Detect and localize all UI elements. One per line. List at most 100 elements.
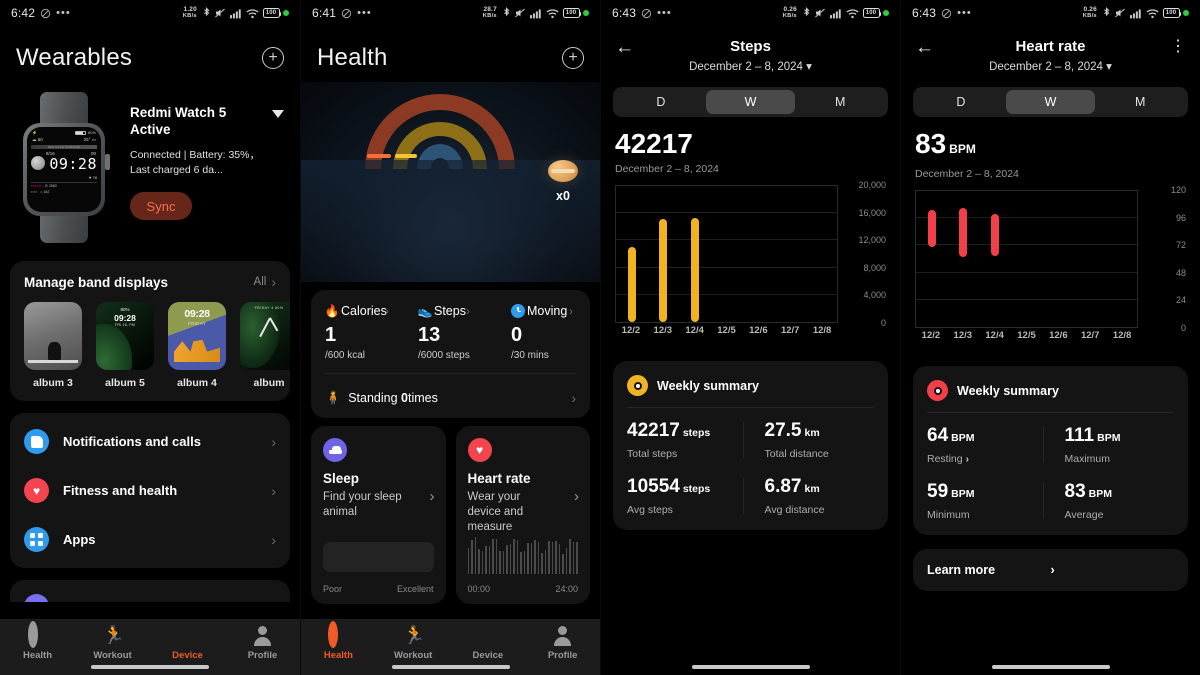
waveform-bar [495, 538, 498, 574]
add-record-button[interactable]: + [562, 47, 584, 69]
tab-month[interactable]: M [1095, 90, 1185, 114]
kebab-menu-icon[interactable]: ⋮ [1162, 38, 1186, 56]
status-bar-left: 6:43 ••• [912, 6, 972, 20]
list-item[interactable]: 80% 09:28 FRI 16, PM album 5 [96, 302, 154, 389]
heart-rate-card[interactable]: ♥ Heart rate Wear your device and measur… [455, 426, 590, 604]
chart-x-axis: 12/2 12/3 12/4 12/5 12/6 12/7 12/8 [915, 330, 1138, 350]
shoe-icon: 👟 [417, 304, 433, 318]
network-speed-indicator: 28.7 KB/s [483, 5, 498, 19]
nav-item-profile[interactable]: Profile [525, 626, 600, 661]
waveform-bar [534, 539, 536, 574]
nav-item-device[interactable]: Device [150, 626, 225, 661]
metric-calories[interactable]: 🔥 Calories › 1 /600 kcal [311, 304, 404, 361]
screen-steps: 6:43 ••• 0.26 KB/s 100 ← Steps December 2 [600, 0, 900, 675]
metric-goal: /600 kcal [325, 350, 366, 361]
status-bar-left: 6:43 ••• [612, 6, 672, 20]
summary-value: 64 BPM [927, 425, 975, 446]
waveform-bar [474, 537, 477, 574]
status-bar-left: 6:42 ••• [11, 6, 71, 20]
add-device-button[interactable]: + [262, 47, 284, 69]
wifi-icon [846, 8, 859, 18]
list-item[interactable]: 09:28 FRIDAY album 4 [168, 302, 226, 389]
battery-indicator: 100 [562, 8, 582, 18]
list-item[interactable]: album 3 [24, 302, 82, 389]
nav-item-profile[interactable]: Profile [225, 626, 300, 661]
sidebar-item-apps[interactable]: Apps › [10, 515, 290, 564]
chart-y-axis: 0 24 48 72 96 120 [1142, 185, 1186, 333]
health-ring-icon [27, 621, 48, 648]
watch-face-thumbnail[interactable] [24, 302, 82, 370]
bar-slot [774, 186, 806, 322]
waveform-bar [502, 551, 505, 574]
chevron-right-icon[interactable]: › [271, 274, 276, 290]
more-dots-icon: ••• [657, 7, 672, 19]
leaf-decoration [96, 324, 132, 370]
heart-target-icon [927, 380, 948, 401]
summary-resting[interactable]: 64 BPM Resting › [913, 425, 1051, 465]
divider [927, 412, 1174, 413]
tab-week[interactable]: W [1005, 90, 1096, 114]
cookie-icon [548, 160, 578, 182]
weekly-summary-card: Weekly summary 64 BPM Resting › 111 BPM Max… [913, 366, 1188, 535]
metric-label: Calories [341, 304, 387, 318]
metric-steps[interactable]: 👟 Steps › 13 /6000 steps [404, 304, 497, 361]
watch-face-thumbnail[interactable]: FRIDAY 4 80% [240, 302, 290, 370]
steps-bar-chart: 0 4,000 8,000 12,000 16,000 20,000 12/2 12/3 12… [615, 180, 886, 345]
cookie-count: x0 [556, 189, 570, 203]
x-axis-tick-label: 12/8 [812, 325, 832, 336]
device-card[interactable]: ⚡ 80% ☁ 60 25° ▭ RED: 1M and 7M 80 left … [0, 82, 300, 249]
nav-item-health[interactable]: Health [301, 621, 376, 661]
tab-day[interactable]: D [616, 90, 706, 114]
learn-more-row[interactable]: Learn more › [913, 549, 1188, 591]
x-axis-tick-label: 12/2 [921, 330, 941, 341]
back-arrow-icon[interactable]: ← [615, 38, 639, 58]
runner-icon: 🏃 [102, 625, 125, 645]
health-ring-icon [328, 621, 348, 648]
standing-row[interactable]: 🧍 Standing 0times › [311, 378, 590, 418]
nav-item-workout[interactable]: 🏃 Workout [376, 626, 451, 662]
waveform-bar [492, 539, 494, 574]
watch-face-thumbnail[interactable]: 09:28 FRIDAY [168, 302, 226, 370]
status-bar-right: 0.26 KB/s 100 [1082, 6, 1189, 20]
nav-item-workout[interactable]: 🏃 Workout [75, 625, 150, 662]
partial-next-card[interactable] [10, 580, 290, 602]
sidebar-item-fitness[interactable]: ♥ Fitness and health › [10, 466, 290, 515]
manage-band-all-label[interactable]: All [254, 276, 267, 288]
bar-slot [1105, 191, 1137, 327]
sleep-card[interactable]: Sleep Find your sleep animal › Poor Exce… [311, 426, 446, 604]
sync-button[interactable]: Sync [130, 192, 192, 220]
date-range-selector[interactable]: December 2 – 8, 2024 ▾ [639, 59, 862, 73]
progress-dots-orange-icon: ▪▪▪▪ [31, 189, 38, 194]
y-axis-tick-label: 48 [1175, 267, 1186, 278]
device-name: Redmi Watch 5 Active [130, 105, 227, 137]
battery-indicator: 100 [1162, 8, 1182, 18]
waveform-bar [527, 542, 529, 574]
tab-week[interactable]: W [705, 90, 796, 114]
waveform-bar [509, 544, 512, 574]
mute-icon [815, 8, 825, 18]
metric-moving[interactable]: Moving › 0 /30 mins [497, 304, 590, 361]
summary-value: 42217 steps [627, 420, 711, 441]
analog-hands-icon [256, 318, 282, 340]
back-arrow-icon[interactable]: ← [915, 38, 939, 58]
sidebar-item-notifications[interactable]: Notifications and calls › [10, 417, 290, 466]
summary-value: 10554 steps [627, 476, 711, 497]
chevron-down-icon[interactable] [272, 110, 284, 118]
status-bar: 6:43 ••• 0.26 KB/s 100 [601, 0, 900, 26]
waveform-bar [537, 542, 540, 574]
bar-slot [679, 186, 711, 322]
tab-day[interactable]: D [916, 90, 1006, 114]
summary-average: 83 BPM Average [1042, 481, 1189, 521]
summary-value: 6.87 km [764, 476, 820, 497]
manage-band-displays-card: Manage band displays All › album 3 80% 0… [10, 261, 290, 401]
nav-item-device[interactable]: Device [451, 626, 526, 661]
heart-rate-range-chart: 0 24 48 72 96 120 12/2 12/3 12/4 12/5 12/6 12/7 12/… [915, 185, 1186, 350]
x-axis-tick-label: 12/6 [1049, 330, 1068, 341]
date-range-selector[interactable]: December 2 – 8, 2024 ▾ [939, 59, 1162, 73]
watch-face-thumbnail[interactable]: 80% 09:28 FRI 16, PM [96, 302, 154, 370]
tab-month[interactable]: M [795, 90, 885, 114]
chevron-right-icon: › [429, 488, 435, 505]
cookie-reward[interactable]: x0 [548, 160, 578, 203]
nav-item-health[interactable]: Health [0, 621, 75, 661]
list-item[interactable]: FRIDAY 4 80% album [240, 302, 290, 389]
